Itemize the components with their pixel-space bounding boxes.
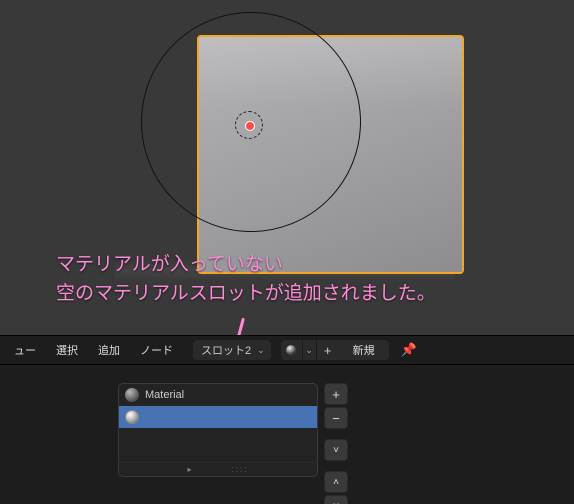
slot-specials-menu[interactable]: ˅ xyxy=(324,439,348,461)
material-browse-button[interactable] xyxy=(281,340,303,360)
annotation-text: マテリアルが入っていない 空のマテリアルスロットが追加されました。 xyxy=(56,250,436,309)
material-slot-label: Material xyxy=(145,389,184,401)
cursor-3d-icon xyxy=(235,111,263,139)
annotation-line-1: マテリアルが入っていない xyxy=(56,250,436,279)
viewport-3d[interactable]: マテリアルが入っていない 空のマテリアルスロットが追加されました。 xyxy=(0,0,574,335)
material-sphere-icon-empty xyxy=(125,410,139,424)
move-slot-down-button[interactable]: ˅ xyxy=(324,495,348,504)
slot-selector-label: スロット2 xyxy=(201,342,251,358)
material-properties-panel: Material ▸ :::: + − ˅ ˄ ˅ xyxy=(0,365,574,504)
slot-side-buttons: + − ˅ ˄ ˅ xyxy=(324,383,348,504)
node-editor-header: ュー 選択 追加 ノード スロット2 ⌄ ⌄ + 新規 📌 xyxy=(0,335,574,365)
remove-slot-button[interactable]: − xyxy=(324,407,348,429)
material-sphere-icon xyxy=(285,344,297,356)
menu-view[interactable]: ュー xyxy=(6,338,44,362)
material-slot-selector[interactable]: スロット2 ⌄ xyxy=(193,340,271,360)
menu-node[interactable]: ノード xyxy=(132,338,181,362)
chevron-down-icon: ⌄ xyxy=(257,345,265,356)
new-material-control: ⌄ + 新規 xyxy=(281,340,389,360)
annotation-line-2: 空のマテリアルスロットが追加されました。 xyxy=(56,279,436,308)
new-material-plus-icon: + xyxy=(317,343,339,358)
move-slot-up-button[interactable]: ˄ xyxy=(324,471,348,493)
material-slot-row-active[interactable] xyxy=(119,406,317,428)
pin-icon[interactable]: 📌 xyxy=(401,342,417,358)
disclosure-triangle-icon: ▸ xyxy=(188,465,192,474)
list-resize-handle[interactable]: ▸ :::: xyxy=(119,462,317,476)
menu-add[interactable]: 追加 xyxy=(90,338,128,362)
new-material-button[interactable]: 新規 xyxy=(339,342,389,358)
material-slot-list[interactable]: Material ▸ :::: xyxy=(118,383,318,477)
menu-select[interactable]: 選択 xyxy=(48,338,86,362)
add-slot-button[interactable]: + xyxy=(324,383,348,405)
grip-dots-icon: :::: xyxy=(232,465,249,474)
material-slot-row[interactable]: Material xyxy=(119,384,317,406)
material-sphere-icon xyxy=(125,388,139,402)
material-browse-chevron[interactable]: ⌄ xyxy=(303,340,317,360)
